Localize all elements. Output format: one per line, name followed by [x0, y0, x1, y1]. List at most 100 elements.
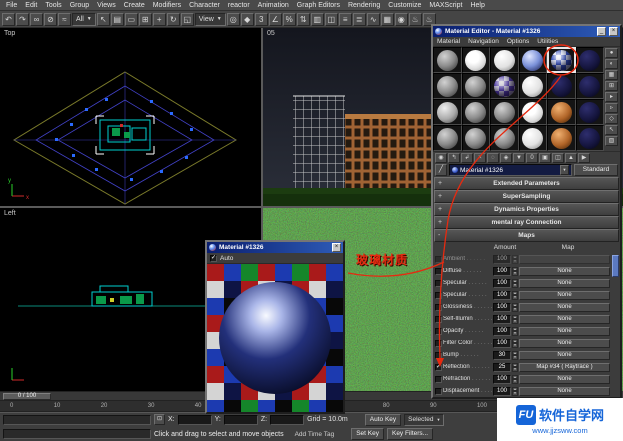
- map-enable-checkbox[interactable]: [435, 292, 442, 299]
- set-key-button[interactable]: Set Key: [351, 428, 384, 440]
- material-editor-titlebar[interactable]: Material Editor - Material #1326 _ ×: [433, 26, 620, 37]
- material-sample-slot[interactable]: [576, 125, 605, 151]
- spinner-down-icon[interactable]: ▾: [512, 283, 518, 288]
- menu-item[interactable]: Group: [66, 0, 93, 11]
- video-color-check-icon[interactable]: ▸: [605, 92, 618, 102]
- map-enable-checkbox[interactable]: [435, 316, 442, 323]
- auto-update-checkbox[interactable]: [210, 255, 217, 262]
- material-sample-slot[interactable]: [519, 99, 548, 125]
- key-filters-button[interactable]: Key Filters...: [387, 428, 433, 440]
- sample-uv-tiling-icon[interactable]: ⊞: [605, 81, 618, 91]
- material-sample-slot[interactable]: [462, 47, 491, 73]
- select-and-move-icon[interactable]: +: [153, 13, 166, 26]
- map-enable-checkbox[interactable]: [435, 376, 442, 383]
- amount-spinner[interactable]: ▴ ▾: [512, 375, 518, 384]
- spinner-down-icon[interactable]: ▾: [512, 343, 518, 348]
- map-enable-checkbox[interactable]: [435, 304, 442, 311]
- bind-to-space-warp-icon[interactable]: ≈: [58, 13, 71, 26]
- material-id-channel-icon[interactable]: 0: [526, 153, 538, 163]
- map-amount-field[interactable]: 100: [493, 375, 511, 384]
- rollout-bar[interactable]: - Maps: [434, 229, 619, 242]
- make-unique-icon[interactable]: ◈: [500, 153, 512, 163]
- mirror-icon[interactable]: ◫: [325, 13, 338, 26]
- put-material-to-scene-icon[interactable]: ↰: [448, 153, 460, 163]
- material-sample-slot[interactable]: [462, 99, 491, 125]
- map-button[interactable]: None: [519, 375, 610, 384]
- amount-spinner[interactable]: ▴ ▾: [512, 363, 518, 372]
- spinner-down-icon[interactable]: ▾: [512, 307, 518, 312]
- menu-item[interactable]: Rendering: [344, 0, 384, 11]
- map-button[interactable]: None: [519, 339, 610, 348]
- material-sample-slot[interactable]: [433, 99, 462, 125]
- x-coordinate-field[interactable]: [178, 415, 212, 425]
- edit-named-selections-icon[interactable]: ▥: [311, 13, 324, 26]
- material-editor-icon[interactable]: ◉: [395, 13, 408, 26]
- percent-snap-icon[interactable]: %: [283, 13, 296, 26]
- material-sample-slot[interactable]: [576, 47, 605, 73]
- material-sample-slot[interactable]: [576, 99, 605, 125]
- material-editor-options-icon[interactable]: ◇: [605, 114, 618, 124]
- minimize-icon[interactable]: _: [597, 27, 606, 36]
- viewport-top[interactable]: Top: [0, 28, 261, 206]
- curve-editor-icon[interactable]: ∿: [367, 13, 380, 26]
- amount-spinner[interactable]: ▴ ▾: [512, 267, 518, 276]
- reset-map-icon[interactable]: ×: [474, 153, 486, 163]
- menu-item[interactable]: Animation: [254, 0, 293, 11]
- map-enable-checkbox[interactable]: [435, 268, 442, 275]
- material-editor-menu-item[interactable]: Material: [433, 38, 464, 45]
- spinner-down-icon[interactable]: ▾: [512, 331, 518, 336]
- window-crossing-icon[interactable]: ⊞: [139, 13, 152, 26]
- map-button[interactable]: None: [519, 303, 610, 312]
- get-material-icon[interactable]: ◉: [435, 153, 447, 163]
- map-button[interactable]: None: [519, 327, 610, 336]
- map-button[interactable]: Map #34 ( Raytrace ): [519, 363, 610, 372]
- add-time-tag[interactable]: Add Time Tag: [295, 431, 335, 438]
- close-icon[interactable]: ×: [609, 27, 618, 36]
- material-sample-slot[interactable]: [547, 47, 576, 73]
- material-sample-slot[interactable]: [547, 99, 576, 125]
- make-preview-icon[interactable]: ▹: [605, 103, 618, 113]
- map-enable-checkbox[interactable]: [435, 280, 442, 287]
- spinner-down-icon[interactable]: ▾: [512, 319, 518, 324]
- y-coordinate-field[interactable]: [224, 415, 258, 425]
- z-coordinate-field[interactable]: [270, 415, 304, 425]
- map-button[interactable]: [519, 255, 610, 264]
- amount-spinner[interactable]: ▴ ▾: [512, 255, 518, 264]
- preview-titlebar[interactable]: Material #1326 ×: [207, 242, 343, 253]
- spinner-down-icon[interactable]: ▾: [512, 295, 518, 300]
- select-and-link-icon[interactable]: ∞: [30, 13, 43, 26]
- map-button[interactable]: None: [519, 387, 610, 396]
- maxscript-mini-listener-input[interactable]: [3, 429, 151, 439]
- material-editor-window[interactable]: Material Editor - Material #1326 _ × Mat…: [431, 24, 622, 399]
- material-sample-slot[interactable]: [433, 47, 462, 73]
- align-icon[interactable]: ≡: [339, 13, 352, 26]
- select-and-manipulate-icon[interactable]: ◆: [241, 13, 254, 26]
- use-pivot-center-icon[interactable]: ◎: [227, 13, 240, 26]
- menu-item[interactable]: Character: [185, 0, 224, 11]
- map-enable-checkbox[interactable]: [435, 352, 442, 359]
- map-button[interactable]: None: [519, 267, 610, 276]
- spinner-down-icon[interactable]: ▾: [512, 259, 518, 264]
- select-by-material-icon[interactable]: ↖: [605, 125, 618, 135]
- material-sample-slot[interactable]: [519, 125, 548, 151]
- map-enable-checkbox[interactable]: [435, 256, 442, 263]
- material-sample-slot[interactable]: [490, 99, 519, 125]
- menu-item[interactable]: Tools: [41, 0, 65, 11]
- material-sample-slot[interactable]: [547, 125, 576, 151]
- amount-spinner[interactable]: ▴ ▾: [512, 387, 518, 396]
- map-amount-field[interactable]: 100: [493, 255, 511, 264]
- material-sample-slot[interactable]: [462, 73, 491, 99]
- material-map-navigator-icon[interactable]: ▧: [605, 136, 618, 146]
- assign-material-to-selection-icon[interactable]: ↲: [461, 153, 473, 163]
- material-editor-menu-item[interactable]: Navigation: [464, 38, 503, 45]
- material-sample-slot[interactable]: [433, 125, 462, 151]
- material-sample-slot[interactable]: [433, 73, 462, 99]
- undo-icon[interactable]: ↶: [2, 13, 15, 26]
- redo-icon[interactable]: ↷: [16, 13, 29, 26]
- material-sample-slot[interactable]: [490, 125, 519, 151]
- rollout-bar[interactable]: + Dynamics Properties: [434, 203, 619, 216]
- material-sample-slot[interactable]: [490, 73, 519, 99]
- menu-item[interactable]: Create: [120, 0, 149, 11]
- material-sample-slot[interactable]: [519, 47, 548, 73]
- spinner-snap-icon[interactable]: ⇅: [297, 13, 310, 26]
